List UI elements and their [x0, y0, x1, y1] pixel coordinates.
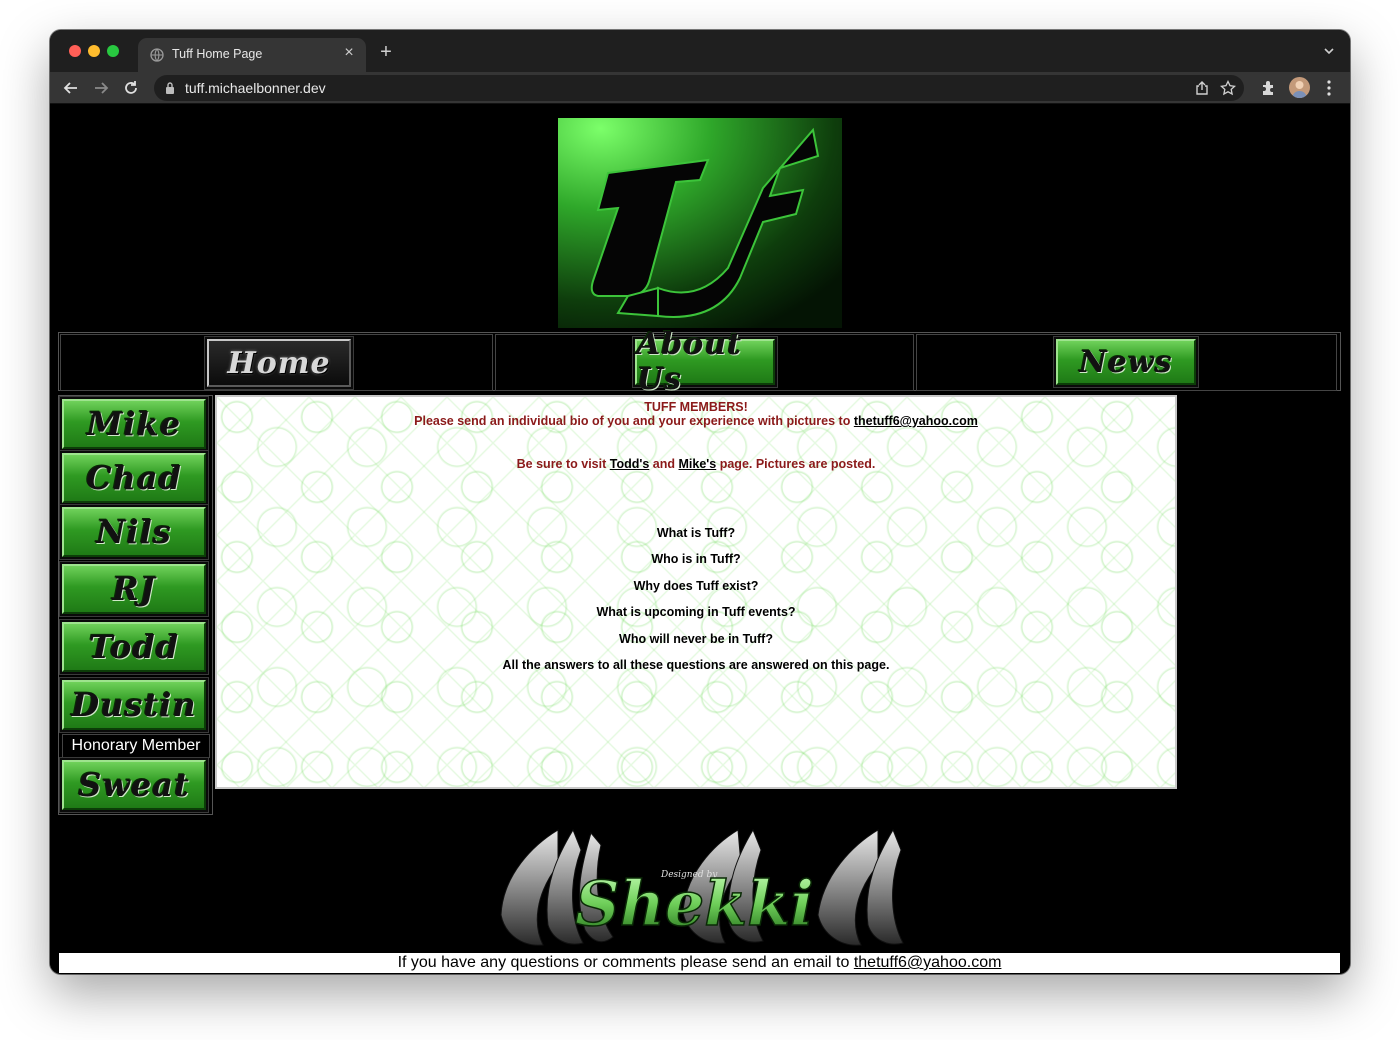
visit-notice: Be sure to visit Todd's and Mike's page.…	[217, 457, 1175, 471]
maximize-window-button[interactable]	[107, 45, 119, 57]
visit-prefix: Be sure to visit	[516, 457, 607, 471]
back-arrow-icon[interactable]	[61, 78, 81, 98]
member-button-chad[interactable]: Chad	[62, 453, 206, 503]
address-bar[interactable]: tuff.michaelbonner.dev	[154, 75, 1244, 101]
browser-toolbar: tuff.michaelbonner.dev	[50, 72, 1350, 104]
member-button-todd[interactable]: Todd	[62, 622, 206, 672]
share-icon[interactable]	[1194, 80, 1210, 96]
lock-icon	[166, 82, 174, 94]
member-button-rj[interactable]: RJ	[62, 564, 206, 614]
forward-arrow-icon[interactable]	[91, 78, 111, 98]
member-button-mike[interactable]: Mike	[62, 399, 206, 449]
designed-by-shekki-banner: Designed by Shekki	[463, 825, 937, 949]
shekki-text: Shekki	[575, 867, 814, 940]
nav-cell-news: News	[916, 334, 1337, 391]
nav-cell-about: About Us	[495, 327, 914, 397]
question-line: Why does Tuff exist?	[633, 579, 759, 593]
reload-icon[interactable]	[121, 78, 141, 98]
globe-icon	[150, 48, 164, 62]
question-line: Who is in Tuff?	[651, 552, 741, 566]
tab-close-icon[interactable]: ×	[340, 44, 358, 62]
bio-email-link[interactable]: thetuff6@yahoo.com	[854, 414, 978, 428]
profile-avatar[interactable]	[1289, 77, 1310, 98]
footer-email-link[interactable]: thetuff6@yahoo.com	[854, 954, 1002, 971]
answers-line: All the answers to all these questions a…	[502, 658, 890, 672]
page-footer: If you have any questions or comments pl…	[59, 953, 1340, 973]
page-viewport: Home About Us News Mike Chad Nils RJ Tod…	[50, 105, 1350, 974]
home-button[interactable]: Home	[207, 339, 351, 387]
extensions-puzzle-icon[interactable]	[1260, 79, 1278, 97]
chevron-down-icon[interactable]	[1322, 44, 1336, 58]
url-text: tuff.michaelbonner.dev	[185, 80, 326, 96]
close-window-button[interactable]	[69, 45, 81, 57]
tuff-logo	[558, 118, 842, 328]
visit-and: and	[652, 457, 676, 471]
main-content: TUFF MEMBERS! Please send an individual …	[215, 395, 1177, 789]
browser-tab[interactable]: Tuff Home Page ×	[138, 38, 366, 72]
content-heading: TUFF MEMBERS!	[644, 400, 748, 414]
bookmark-star-icon[interactable]	[1220, 80, 1236, 96]
member-button-sweat[interactable]: Sweat	[62, 760, 206, 810]
member-sidebar: Mike Chad Nils RJ Todd Dustin Honorary M…	[58, 395, 213, 815]
bio-request: Please send an individual bio of you and…	[217, 414, 1175, 428]
visit-suffix: page. Pictures are posted.	[719, 457, 876, 471]
todds-page-link[interactable]: Todd's	[610, 457, 650, 471]
tab-title: Tuff Home Page	[172, 47, 263, 61]
new-tab-icon[interactable]: +	[376, 42, 396, 62]
question-line: What is Tuff?	[656, 526, 736, 540]
honorary-member-label: Honorary Member	[62, 734, 210, 758]
mikes-page-link[interactable]: Mike's	[679, 457, 717, 471]
about-us-button[interactable]: About Us	[635, 327, 775, 397]
tab-bar: Tuff Home Page × +	[50, 30, 1350, 72]
member-button-nils[interactable]: Nils	[62, 507, 206, 557]
news-button[interactable]: News	[1056, 339, 1196, 385]
kebab-menu-icon[interactable]	[1322, 79, 1336, 97]
footer-text: If you have any questions or comments pl…	[397, 954, 850, 971]
minimize-window-button[interactable]	[88, 45, 100, 57]
bio-request-text: Please send an individual bio of you and…	[414, 414, 851, 428]
browser-window: Tuff Home Page × + tuff.michaelbonner.de…	[50, 30, 1350, 974]
question-line: What is upcoming in Tuff events?	[596, 605, 796, 619]
nav-cell-home: Home	[60, 334, 493, 391]
question-line: Who will never be in Tuff?	[619, 632, 773, 646]
top-navigation: Home About Us News	[58, 327, 1341, 397]
member-button-dustin[interactable]: Dustin	[62, 680, 206, 730]
